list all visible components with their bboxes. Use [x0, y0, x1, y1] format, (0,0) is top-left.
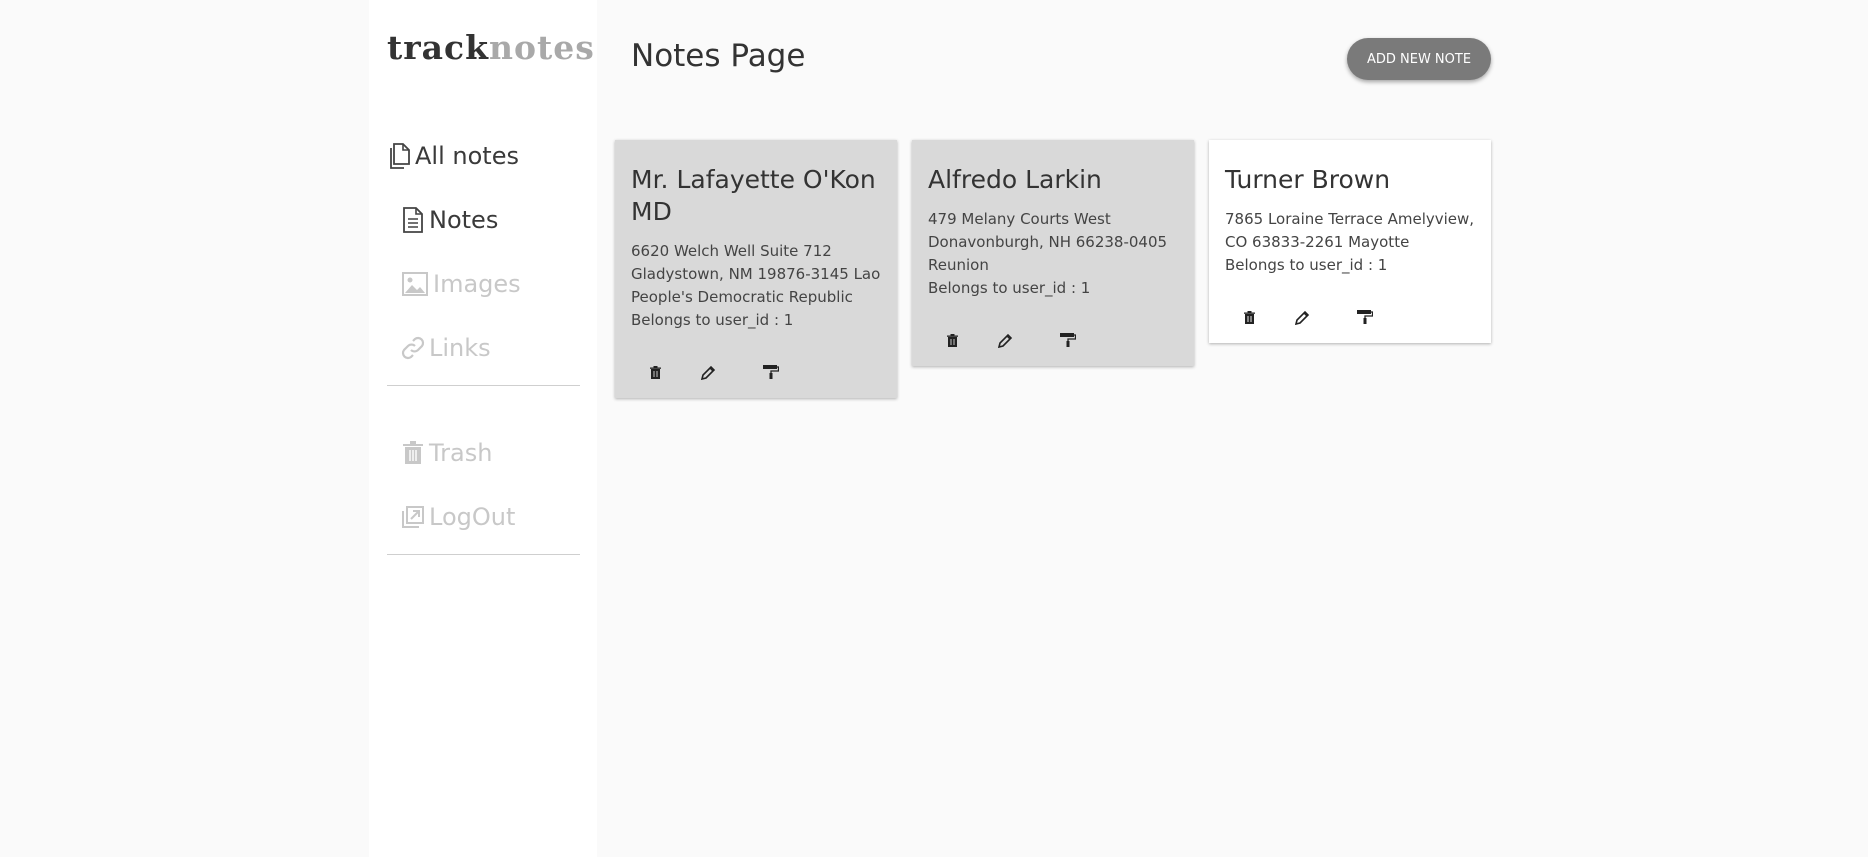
- sidebar-item-links[interactable]: Links: [401, 334, 491, 362]
- sidebar-item-trash[interactable]: Trash: [401, 439, 492, 467]
- note-address: 7865 Loraine Terrace Amelyview, CO 63833…: [1225, 210, 1475, 251]
- sidebar-item-label: Images: [433, 270, 521, 298]
- sidebar-item-notes[interactable]: Notes: [401, 206, 498, 234]
- sidebar-divider: [387, 385, 580, 386]
- logo-part-notes: notes: [488, 28, 595, 67]
- note-body: 479 Melany Courts West Donavonburgh, NH …: [928, 208, 1178, 300]
- sidebar-item-label: All notes: [415, 142, 519, 170]
- delete-icon[interactable]: [942, 330, 962, 350]
- sidebar-item-label: Links: [429, 334, 491, 362]
- edit-pencil-icon[interactable]: [1292, 307, 1312, 327]
- files-icon: [387, 142, 411, 170]
- note-title: Mr. Lafayette O'Kon MD: [631, 165, 876, 226]
- sidebar-item-label: Notes: [429, 206, 499, 234]
- note-card: Alfredo Larkin 479 Melany Courts West Do…: [912, 140, 1194, 366]
- edit-pencil-icon[interactable]: [995, 330, 1015, 350]
- main-content: Notes Page ADD NEW NOTE Mr. Lafayette O'…: [597, 0, 1497, 857]
- sidebar-item-label: Trash: [429, 439, 493, 467]
- edit-pencil-icon[interactable]: [698, 362, 718, 382]
- sidebar-item-all-notes[interactable]: All notes: [387, 142, 519, 170]
- note-actions: [631, 362, 881, 382]
- sidebar-item-label: LogOut: [429, 503, 516, 531]
- page-title: Notes Page: [631, 38, 806, 74]
- trash-icon: [401, 439, 425, 467]
- app: tracknotes All notes Notes Images Links: [0, 0, 1868, 857]
- note-address: 479 Melany Courts West Donavonburgh, NH …: [928, 210, 1168, 274]
- note-address: 6620 Welch Well Suite 712 Gladystown, NM…: [631, 242, 881, 306]
- sidebar-item-images[interactable]: Images: [401, 270, 521, 298]
- image-icon: [401, 270, 429, 298]
- note-card: Turner Brown 7865 Loraine Terrace Amelyv…: [1209, 140, 1491, 343]
- note-actions: [928, 330, 1178, 350]
- note-card: Mr. Lafayette O'Kon MD 6620 Welch Well S…: [615, 140, 897, 398]
- logo-part-track: track: [387, 28, 489, 67]
- note-body: 7865 Loraine Terrace Amelyview, CO 63833…: [1225, 208, 1475, 277]
- note-title: Alfredo Larkin: [928, 165, 1102, 194]
- paint-roller-icon[interactable]: [1355, 307, 1375, 327]
- note-actions: [1225, 307, 1475, 327]
- note-owner: Belongs to user_id : 1: [1225, 256, 1388, 274]
- sidebar: tracknotes All notes Notes Images Links: [369, 0, 597, 857]
- delete-icon[interactable]: [1239, 307, 1259, 327]
- note-body: 6620 Welch Well Suite 712 Gladystown, NM…: [631, 240, 881, 332]
- note-title: Turner Brown: [1225, 165, 1391, 194]
- note-owner: Belongs to user_id : 1: [631, 311, 794, 329]
- sidebar-divider: [387, 554, 580, 555]
- link-icon: [401, 334, 425, 362]
- delete-icon[interactable]: [645, 362, 665, 382]
- document-icon: [401, 206, 425, 234]
- app-logo[interactable]: tracknotes: [387, 28, 595, 67]
- add-new-note-button[interactable]: ADD NEW NOTE: [1347, 38, 1491, 80]
- paint-roller-icon[interactable]: [1058, 330, 1078, 350]
- note-owner: Belongs to user_id : 1: [928, 279, 1091, 297]
- sidebar-item-logout[interactable]: LogOut: [401, 503, 515, 531]
- paint-roller-icon[interactable]: [761, 362, 781, 382]
- logout-icon: [401, 503, 425, 531]
